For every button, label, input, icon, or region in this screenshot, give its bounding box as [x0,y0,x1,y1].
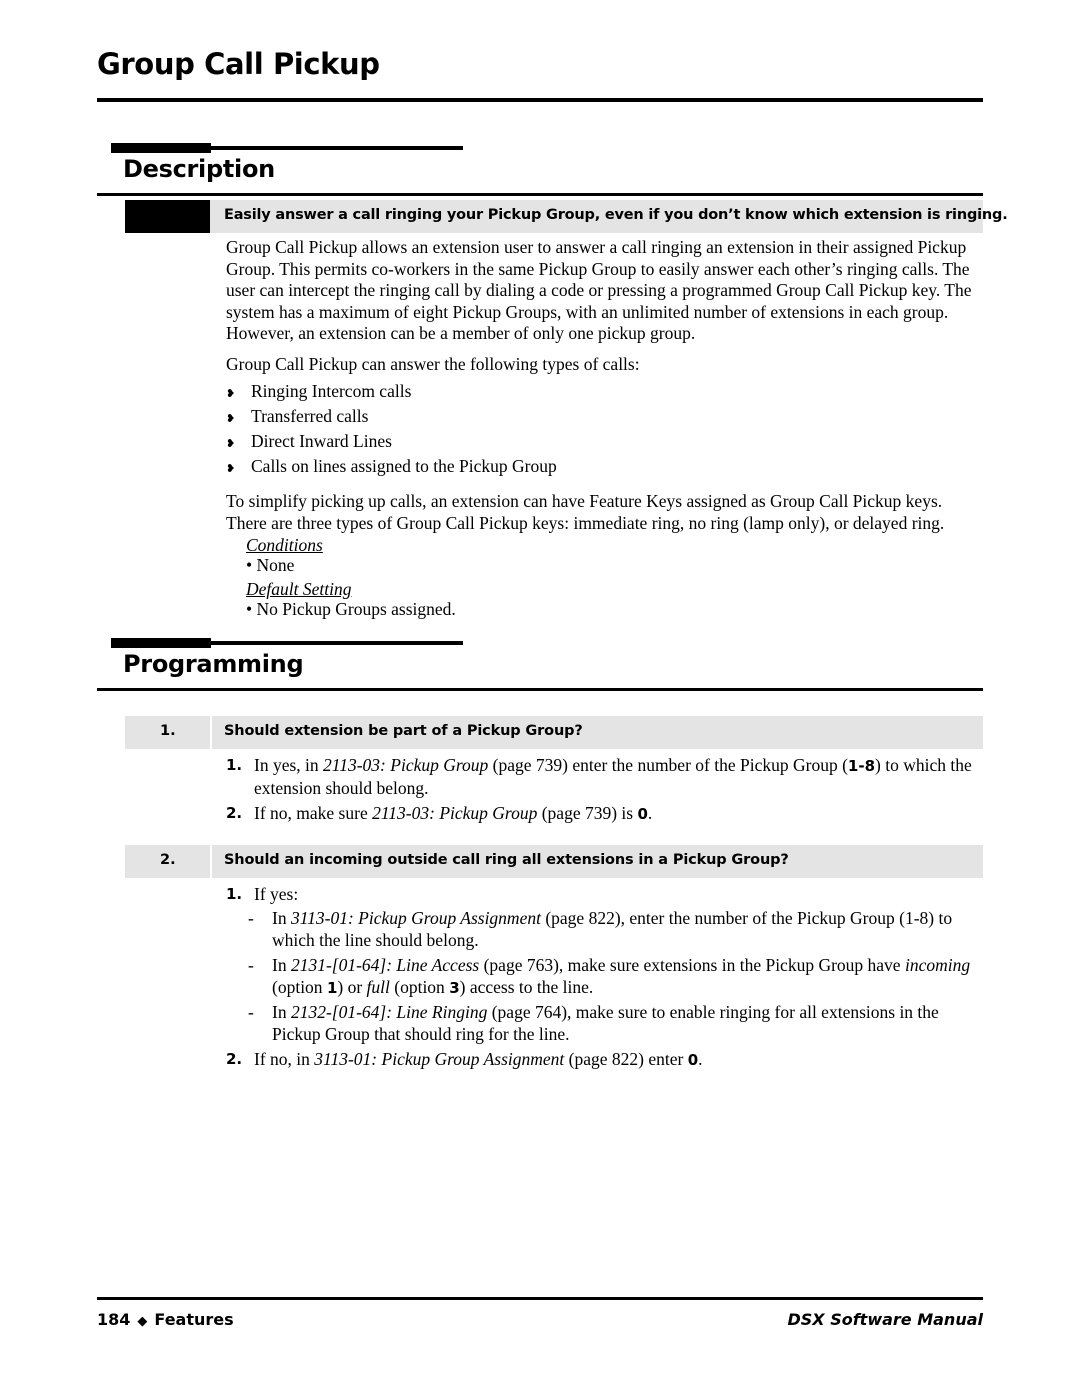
page-title: Group Call Pickup [97,47,380,81]
dash-bullet-icon: - [248,955,254,975]
step-text-a: If no, in [254,1049,315,1069]
section-marker-rule [211,146,463,150]
footer-section: Features [154,1310,234,1329]
substep-text-a: In [272,908,291,928]
conditions-value: • None [246,555,295,575]
substep-text-d: ) or [337,976,367,997]
list-item-label: Ringing Intercom calls [251,381,412,401]
substep-text-c: (option [272,976,327,997]
description-paragraph-1: Group Call Pickup allows an extension us… [226,237,972,343]
substep-text-a: In [272,1002,291,1022]
program-reference: 2131-[01-64]: Line Access [290,955,480,975]
description-heading: Description [123,155,275,183]
program-reference: 3113-01: Pickup Group Assignment [290,908,541,928]
step-text-b: (page 822) enter [564,1049,688,1069]
step-number: 1. [226,756,243,774]
list-item-label: Transferred calls [251,406,369,426]
substep-2-1-1: - In 3113-01: Pickup Group Assignment (p… [248,908,983,951]
description-paragraph-3: To simplify picking up calls, an extensi… [226,491,945,533]
question-2-number: 2. [160,852,176,868]
step-text: If yes: [254,884,299,904]
footer-manual-title: DSX Software Manual [787,1310,983,1329]
step-value: 0 [637,805,648,823]
substep-text-a: In [272,955,291,975]
section-marker-bar [111,638,211,648]
dash-bullet-icon: - [248,1002,254,1022]
band-divider [210,845,212,878]
step-text-a: In yes, in [254,755,324,775]
substep-text-b: (page 763), make sure extensions in the … [479,955,905,975]
section-marker-bar [111,143,211,153]
option-name-full: full [366,976,390,997]
conditions-label: Conditions [246,535,323,555]
step-text: In yes, in 2113-03: Pickup Group (page 7… [254,755,986,799]
diamond-bullet-icon: ❥ [226,412,236,425]
dash-bullet-icon: - [248,908,254,928]
question-1-text: Should extension be part of a Pickup Gro… [224,723,583,739]
question-2-text: Should an incoming outside call ring all… [224,852,789,868]
footer-divider [97,1297,983,1300]
list-item-label: Direct Inward Lines [251,431,392,451]
substep-text: In 2131-[01-64]: Line Access (page 763),… [272,955,983,999]
program-reference: 2113-03: Pickup Group [372,803,538,823]
description-paragraph-2: Group Call Pickup can answer the followi… [226,354,640,374]
step-text: If no, in 3113-01: Pickup Group Assignme… [254,1049,986,1072]
substep-2-1-2: - In 2131-[01-64]: Line Access (page 763… [248,955,983,999]
document-page: Group Call Pickup Description Easily ans… [0,0,1080,1397]
diamond-bullet-icon: ❥ [226,387,236,400]
step-text-b: (page 739) is [537,803,638,823]
step-text: If no, make sure 2113-03: Pickup Group (… [254,803,986,826]
program-reference: 2113-03: Pickup Group [323,755,489,775]
section-marker-rule [211,641,463,645]
step-value: 0 [687,1051,699,1069]
programming-heading-rule [97,688,983,691]
step-text-c: . [698,1049,703,1069]
substep-2-1-3: - In 2132-[01-64]: Line Ringing (page 76… [248,1002,983,1045]
step-number: 1. [226,885,243,903]
callout-text: Easily answer a call ringing your Pickup… [224,207,1008,223]
step-1-1: 1. In yes, in 2113-03: Pickup Group (pag… [226,755,986,799]
substep-text-f: ) access to the line. [459,976,594,997]
step-text-c: . [647,803,653,823]
option-value-1: 1 [326,978,338,997]
default-setting-label: Default Setting [246,579,352,599]
title-divider [97,98,983,102]
substep-text-e: (option [389,976,450,997]
program-reference: 2132-[01-64]: Line Ringing [290,1002,488,1022]
default-setting-value: • No Pickup Groups assigned. [246,599,456,619]
band-divider [210,716,212,749]
substep-text: In 3113-01: Pickup Group Assignment (pag… [272,908,983,951]
step-1-2: 2. If no, make sure 2113-03: Pickup Grou… [226,803,986,826]
substep-text: In 2132-[01-64]: Line Ringing (page 764)… [272,1002,983,1045]
footer-page-number: 184 [97,1310,131,1329]
step-2-2: 2. If no, in 3113-01: Pickup Group Assig… [226,1049,986,1072]
description-heading-rule [97,193,983,196]
footer-left: 184 ◆ Features [97,1310,234,1329]
step-text-a: If no, make sure [254,803,373,823]
description-callout: Easily answer a call ringing your Pickup… [125,200,1008,233]
programming-heading: Programming [123,650,304,678]
diamond-icon: ◆ [137,1314,148,1329]
callout-black-box [125,200,210,233]
option-name-incoming: incoming [904,955,971,975]
program-reference: 3113-01: Pickup Group Assignment [314,1049,565,1069]
step-number: 2. [226,1050,243,1068]
programming-question-2: 2. Should an incoming outside call ring … [125,845,983,878]
diamond-bullet-icon: ❥ [226,462,236,475]
question-1-number: 1. [160,723,176,739]
step-2-1: 1. If yes: [226,884,986,906]
list-item-label: Calls on lines assigned to the Pickup Gr… [251,456,557,476]
option-value-3: 3 [449,978,460,997]
programming-question-1: 1. Should extension be part of a Pickup … [125,716,983,749]
step-value: 1-8 [847,757,876,775]
step-text-b: (page 739) enter the number of the Picku… [488,755,848,775]
diamond-bullet-icon: ❥ [226,437,236,450]
step-number: 2. [226,804,243,822]
